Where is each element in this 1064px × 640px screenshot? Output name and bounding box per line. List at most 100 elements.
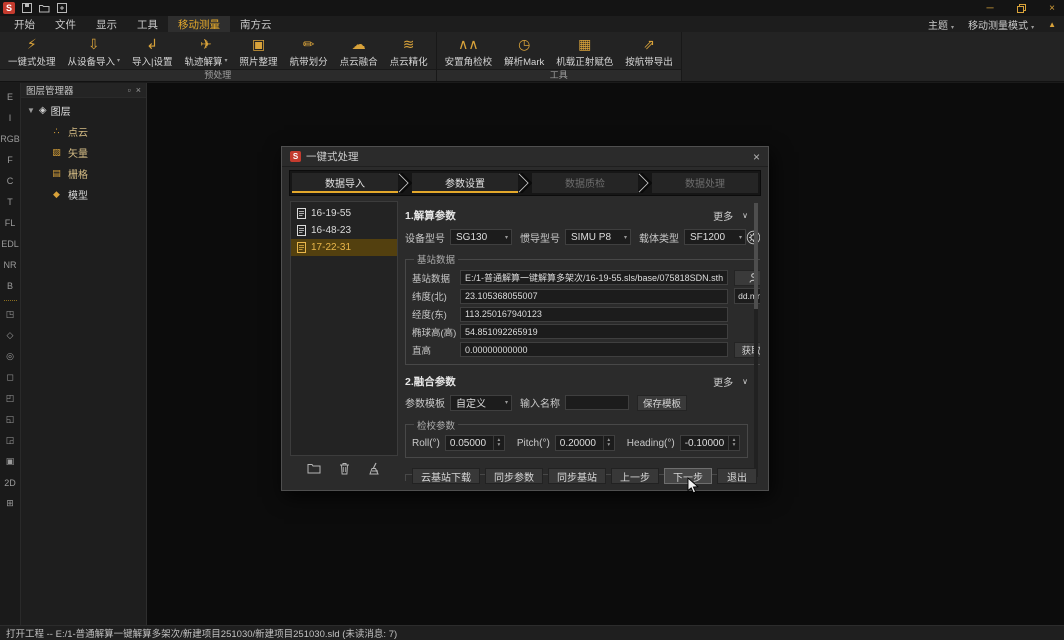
spinner-arrows[interactable]: ▴▾	[728, 436, 739, 450]
roll-input[interactable]: 0.05000▴▾	[445, 435, 505, 451]
clear-broom-icon[interactable]	[368, 462, 381, 475]
base-file-input[interactable]: E:/1-普通解算一键解算多架次/16-19-55.sls/base/07581…	[460, 270, 728, 285]
wizard-step[interactable]: 数据导入	[292, 173, 398, 193]
tree-node[interactable]: ▨ 矢量	[21, 142, 146, 163]
menu-tab[interactable]: 显示	[86, 16, 127, 32]
tree-node[interactable]: ◆ 模型	[21, 184, 146, 205]
template-name-input[interactable]	[565, 395, 629, 410]
chevron-down-icon[interactable]: ▾	[225, 57, 228, 64]
left-strip-item[interactable]	[0, 296, 20, 304]
more-toggle-fusion[interactable]: 更多∨	[713, 374, 748, 389]
dialog-button[interactable]: 同步基站	[548, 468, 606, 484]
left-strip-item[interactable]: EDL	[0, 233, 20, 254]
ribbon-button[interactable]: ↲ 导入|设置	[126, 32, 178, 69]
param-template-select[interactable]: 自定义▾	[450, 395, 512, 411]
left-strip-item[interactable]: E	[0, 86, 20, 107]
mode-menu[interactable]: 移动测量模式▾	[968, 17, 1034, 32]
restore-button[interactable]	[1009, 0, 1033, 16]
tree-node[interactable]: ∴ 点云	[21, 121, 146, 142]
ellipsoid-height-input[interactable]: 54.851092265919	[460, 324, 728, 339]
ribbon-button[interactable]: ≋ 点云精化	[384, 32, 434, 69]
dialog-button[interactable]: 云基站下载	[412, 468, 480, 484]
layer-panel-close-icon[interactable]: ×	[136, 85, 141, 95]
ribbon-button[interactable]: ∧∧ 安置角检校	[439, 32, 499, 69]
left-strip-item[interactable]: ▣	[0, 451, 20, 472]
add-folder-icon[interactable]	[307, 462, 321, 474]
device-model-select[interactable]: SG130▾	[450, 229, 512, 245]
flight-run-item[interactable]: 16-19-55	[291, 205, 397, 222]
left-strip-item[interactable]: FL	[0, 212, 20, 233]
left-strip-item[interactable]: F	[0, 149, 20, 170]
carrier-type-select[interactable]: SF1200▾	[684, 229, 746, 245]
direct-height-input[interactable]: 0.00000000000	[460, 342, 728, 357]
more-toggle-solve[interactable]: 更多∨	[713, 208, 748, 223]
scrollbar[interactable]	[754, 203, 758, 477]
left-strip-item[interactable]: ◱	[0, 409, 20, 430]
latitude-input[interactable]: 23.105368055007	[460, 289, 728, 304]
left-strip-item[interactable]: NR	[0, 254, 20, 275]
ribbon-button[interactable]: ◷ 解析Mark	[498, 32, 550, 69]
delete-icon[interactable]	[339, 462, 350, 475]
left-strip-item[interactable]: C	[0, 170, 20, 191]
expander-icon[interactable]: ▼	[27, 106, 35, 115]
new-project-icon[interactable]	[57, 3, 67, 13]
left-strip-item[interactable]: ◻	[0, 367, 20, 388]
imu-model-select[interactable]: SIMU P8▾	[565, 229, 631, 245]
wizard-step[interactable]: 参数设置	[412, 173, 518, 193]
left-strip-glyph: RGB	[0, 134, 20, 144]
flight-run-item[interactable]: 16-48-23	[291, 222, 397, 239]
left-strip-item[interactable]: RGB	[0, 128, 20, 149]
scrollbar-thumb[interactable]	[754, 203, 758, 309]
spinner-arrows[interactable]: ▴▾	[493, 436, 504, 450]
collapse-ribbon-icon[interactable]: ▲	[1048, 20, 1056, 29]
left-strip-item[interactable]: T	[0, 191, 20, 212]
left-strip-item[interactable]: I	[0, 107, 20, 128]
left-strip-item[interactable]: 2D	[0, 472, 20, 493]
save-icon[interactable]	[22, 3, 32, 13]
dialog-button[interactable]: 上一步	[611, 468, 659, 484]
ribbon-button[interactable]: ⇩ 从设备导入▾	[62, 32, 127, 69]
carrier-type-label: 载体类型	[639, 230, 679, 245]
left-strip-glyph: ◰	[6, 393, 15, 404]
menu-tab[interactable]: 移动测量	[168, 16, 230, 32]
dialog-button[interactable]: 退出	[717, 468, 757, 484]
ribbon-button[interactable]: ⚡ 一键式处理	[2, 32, 62, 69]
left-strip-item[interactable]: ◳	[0, 304, 20, 325]
left-strip-item[interactable]: ⊞	[0, 493, 20, 514]
theme-menu[interactable]: 主题▾	[928, 17, 954, 32]
ribbon-button[interactable]: ☁ 点云融合	[334, 32, 384, 69]
close-button[interactable]: ×	[1040, 0, 1064, 16]
minimize-button[interactable]: ─	[978, 0, 1002, 16]
menu-tab[interactable]: 开始	[4, 16, 45, 32]
longitude-input[interactable]: 113.250167940123	[460, 307, 728, 322]
ribbon-button[interactable]: ✈ 轨迹解算▾	[179, 32, 234, 69]
wizard-step[interactable]: 数据质检	[532, 173, 638, 193]
parameters-panel: 1.解算参数 更多∨ 设备型号 SG130▾ 惯导型号 SIMU P8▾ 载体类…	[405, 201, 760, 481]
ribbon-button[interactable]: ▦ 机载正射赋色	[550, 32, 619, 69]
pitch-input[interactable]: 0.20000▴▾	[555, 435, 615, 451]
tree-node-layers[interactable]: ▼ ◈ 图层	[21, 98, 146, 121]
pin-icon[interactable]: ▫	[128, 85, 131, 95]
chevron-down-icon[interactable]: ▾	[117, 57, 120, 64]
left-strip-item[interactable]: ◰	[0, 388, 20, 409]
flight-run-item[interactable]: 17-22-31	[291, 239, 397, 256]
dialog-close-icon[interactable]: ×	[753, 151, 760, 163]
left-strip-item[interactable]: B	[0, 275, 20, 296]
dialog-titlebar[interactable]: S 一键式处理 ×	[282, 147, 768, 167]
ribbon-button[interactable]: ▣ 照片整理	[234, 32, 284, 69]
menu-tab[interactable]: 南方云	[230, 16, 282, 32]
menu-tab[interactable]: 工具	[127, 16, 168, 32]
left-strip-item[interactable]: ◇	[0, 325, 20, 346]
spinner-arrows[interactable]: ▴▾	[603, 436, 614, 450]
heading-input[interactable]: -0.10000▴▾	[680, 435, 740, 451]
open-folder-icon[interactable]	[39, 3, 50, 13]
left-strip-item[interactable]: ◎	[0, 346, 20, 367]
dialog-button[interactable]: 同步参数	[485, 468, 543, 484]
ribbon-button[interactable]: ⇗ 按航带导出	[619, 32, 679, 69]
save-template-button[interactable]: 保存模板	[637, 395, 687, 411]
ribbon-button[interactable]: ✏ 航带划分	[284, 32, 334, 69]
left-strip-item[interactable]: ◲	[0, 430, 20, 451]
menu-tab[interactable]: 文件	[45, 16, 86, 32]
wizard-step[interactable]: 数据处理	[652, 173, 758, 193]
tree-node[interactable]: ▤ 栅格	[21, 163, 146, 184]
